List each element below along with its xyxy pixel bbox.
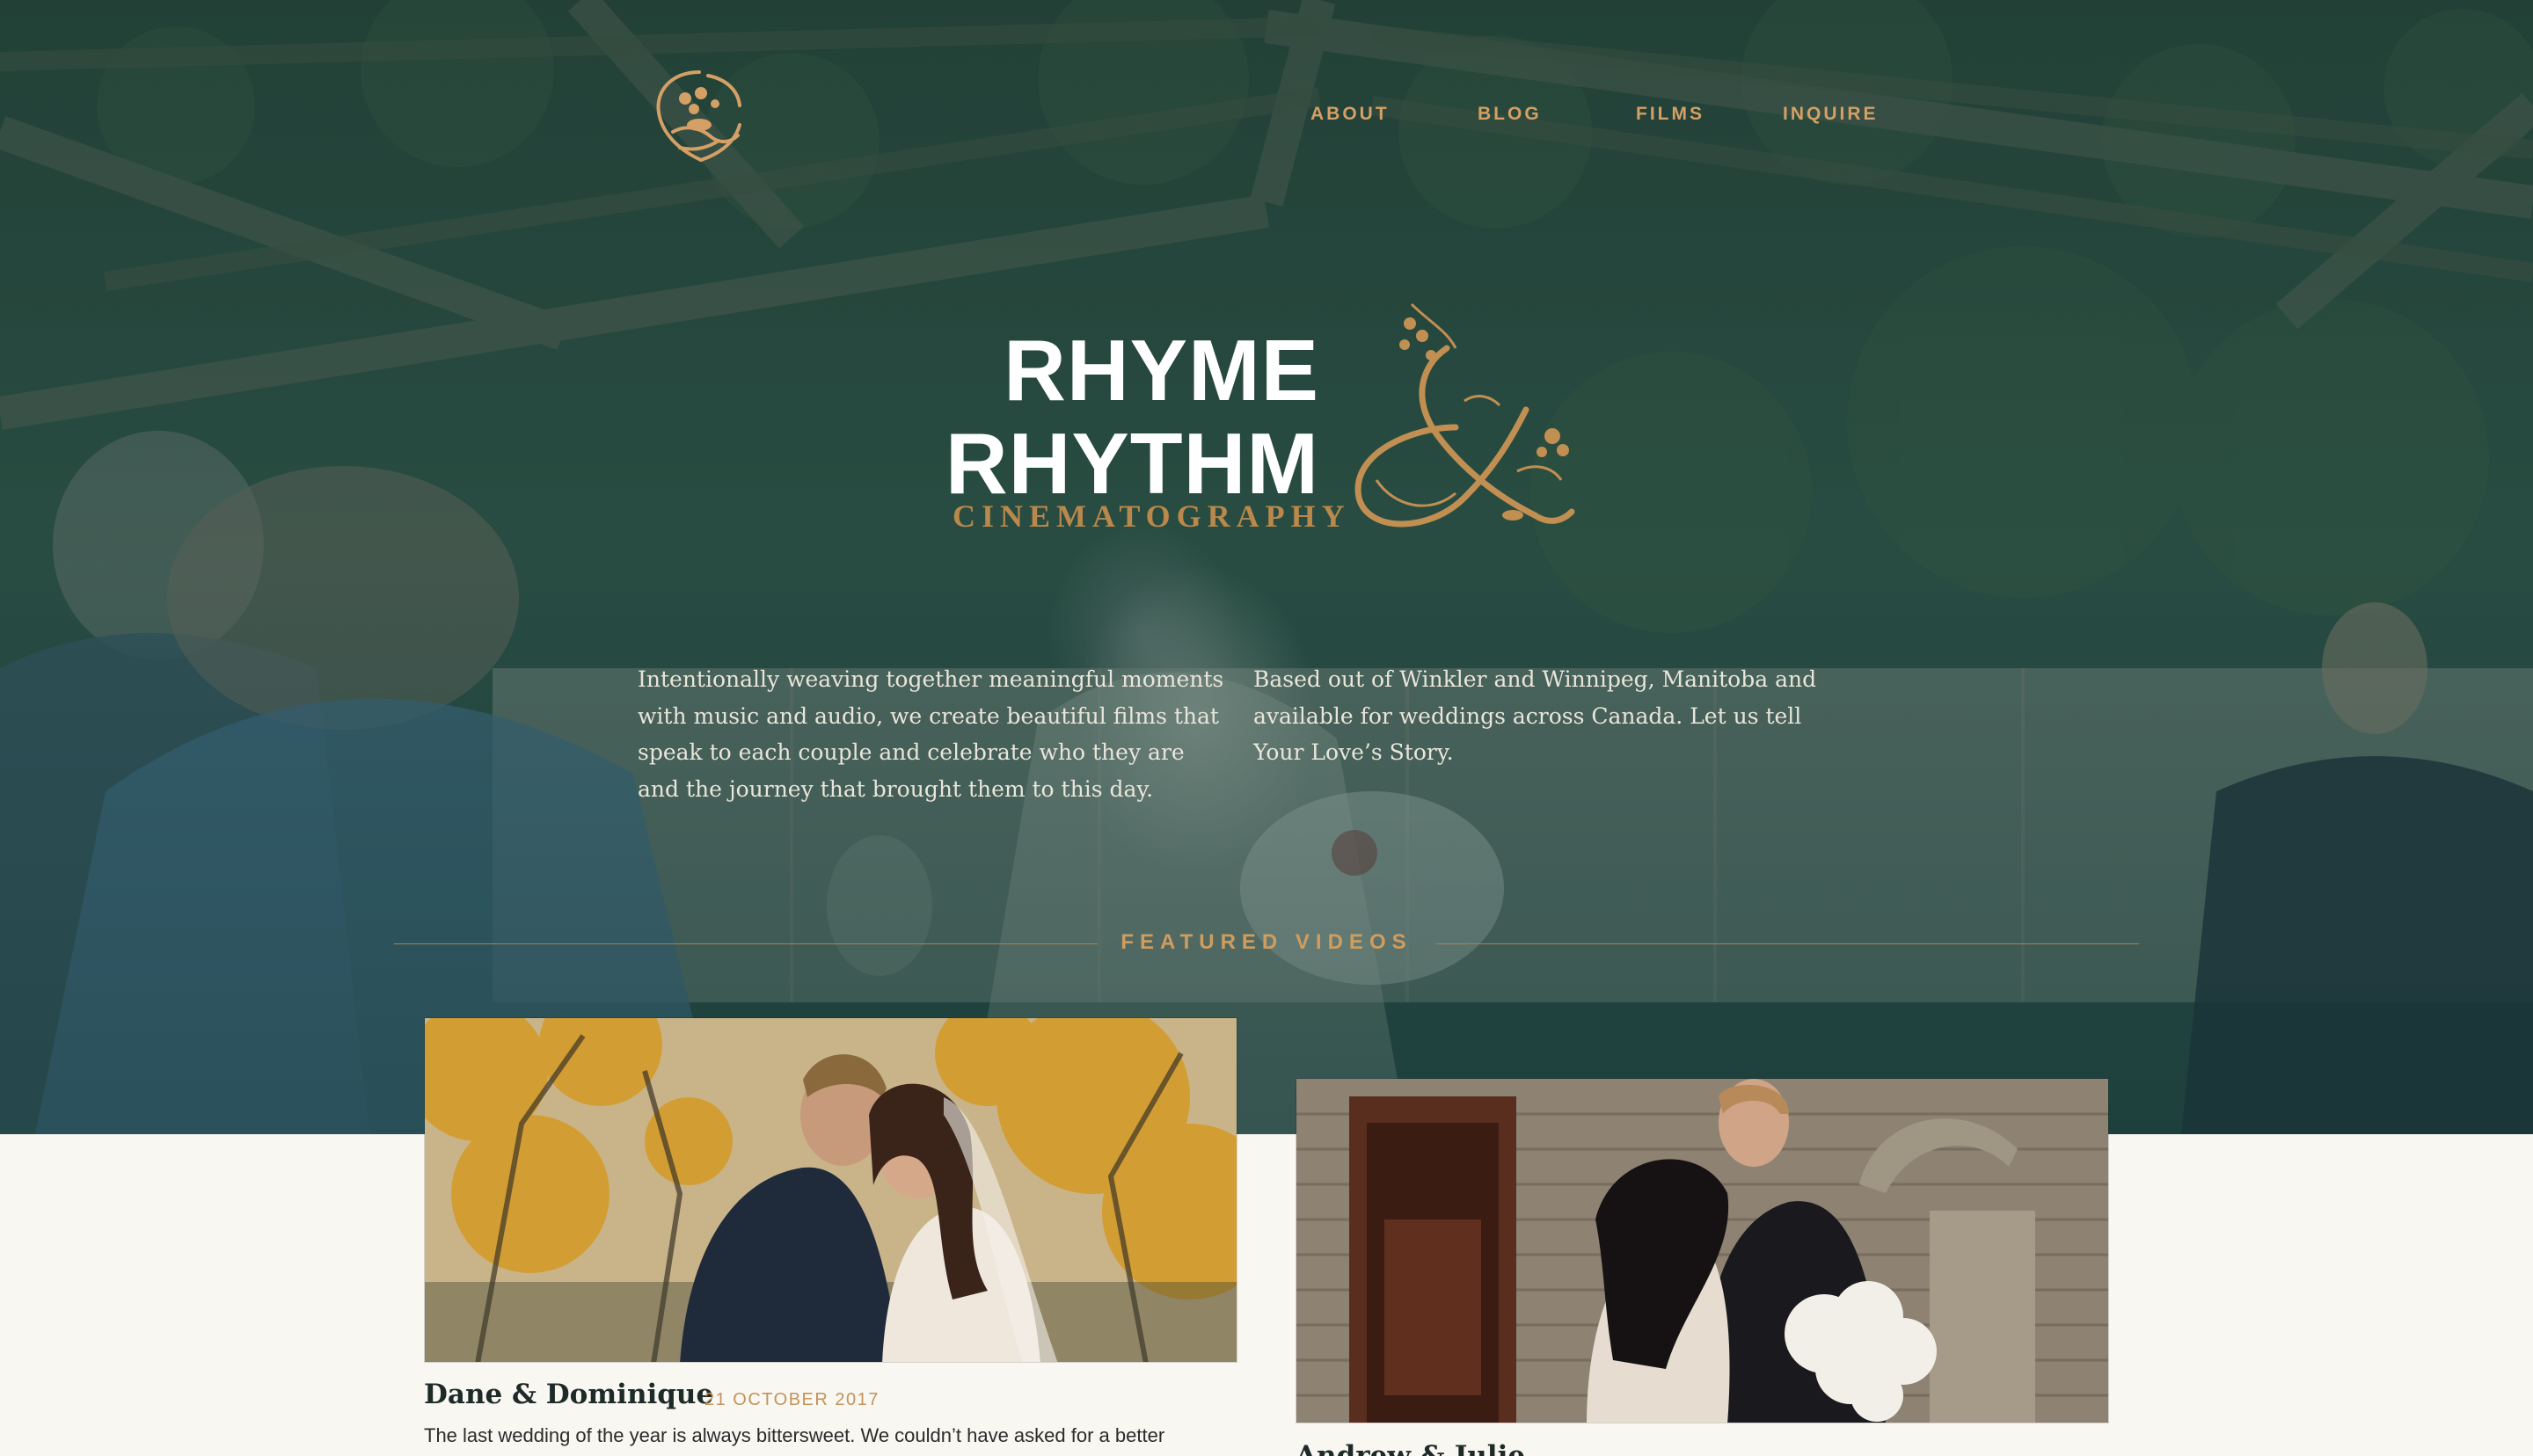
brand-line-2: RHYTHM bbox=[945, 415, 1319, 512]
video-card: Andrew & Julie bbox=[1296, 1078, 2109, 1456]
ornate-ampersand-icon bbox=[1354, 302, 1575, 528]
divider-rule-left bbox=[394, 943, 1098, 944]
intro-text-left: Intentionally weaving together meaningfu… bbox=[638, 666, 1224, 802]
video-title[interactable]: Andrew & Julie bbox=[1296, 1440, 1525, 1456]
video-thumbnail[interactable] bbox=[424, 1017, 1237, 1363]
brand-wordmark: RHYME RHYTHM CINEMATOGRAPHY bbox=[0, 0, 2533, 615]
brand-subtitle: CINEMATOGRAPHY bbox=[953, 499, 1351, 534]
video-date: 21 OCTOBER 2017 bbox=[704, 1390, 880, 1409]
hero-section: ABOUT BLOG FILMS INQUIRE RHYME RHYTHM CI… bbox=[0, 0, 2533, 1134]
video-thumbnail-image bbox=[1296, 1079, 2108, 1423]
video-thumbnail[interactable] bbox=[1296, 1078, 2109, 1423]
featured-videos-divider: FEATURED VIDEOS bbox=[394, 928, 2139, 958]
divider-rule-right bbox=[1435, 943, 2139, 944]
video-title[interactable]: Dane & Dominique bbox=[424, 1379, 713, 1410]
video-excerpt: The last wedding of the year is always b… bbox=[424, 1424, 1165, 1446]
video-thumbnail-image bbox=[425, 1018, 1237, 1362]
intro-text-right: Based out of Winkler and Winnipeg, Manit… bbox=[1253, 666, 1817, 765]
featured-videos-heading: FEATURED VIDEOS bbox=[1121, 930, 1412, 954]
video-card: Dane & Dominique 21 OCTOBER 2017 The las… bbox=[424, 1017, 1237, 1456]
brand-line-1: RHYME bbox=[1004, 322, 1319, 419]
